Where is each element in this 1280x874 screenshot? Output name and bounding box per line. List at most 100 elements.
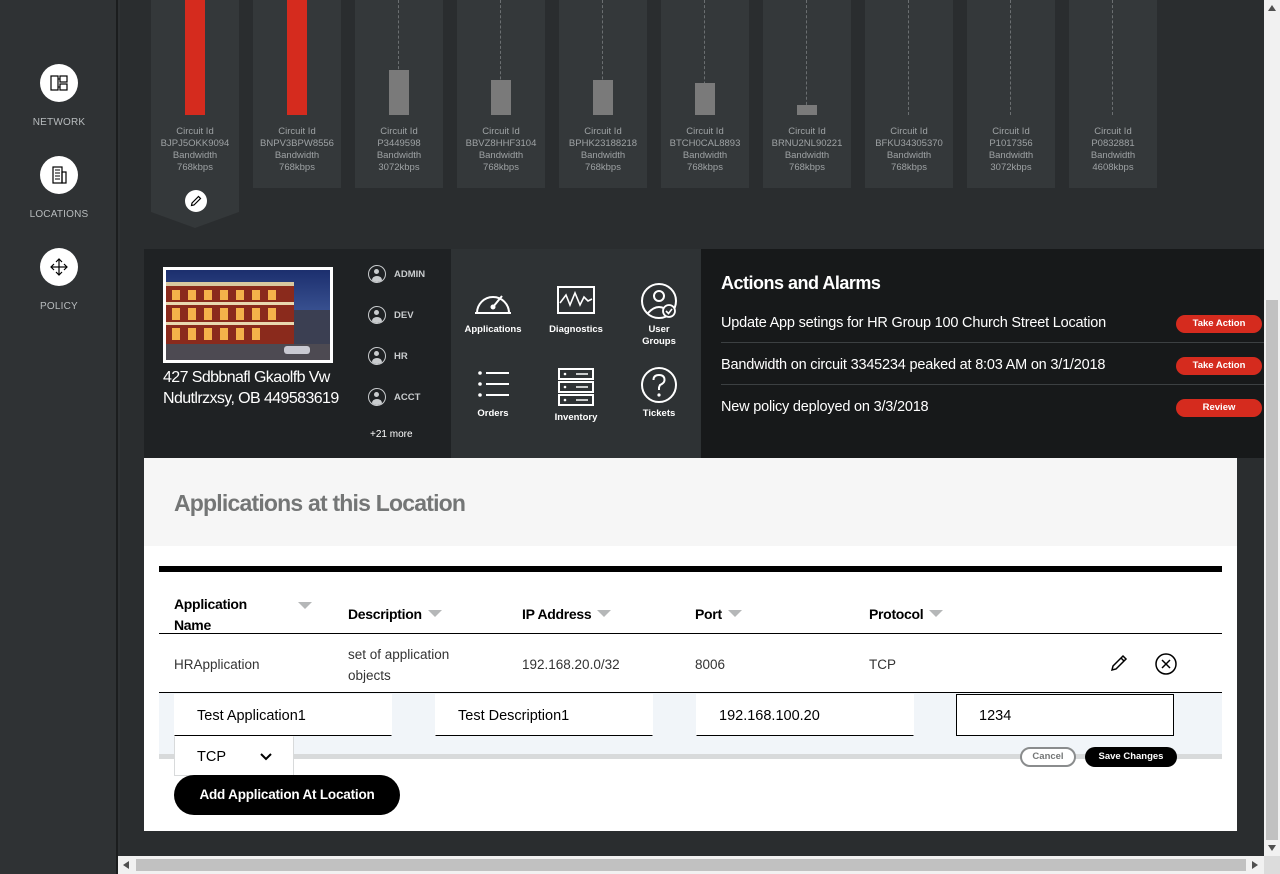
sidebar-item-label: LOCATIONS	[29, 209, 89, 220]
circuit-card[interactable]: Circuit Id BPHK23188218 Bandwidth 768kbps	[559, 0, 647, 188]
description-input[interactable]: Test Description1	[435, 694, 653, 736]
sort-caret-icon[interactable]	[727, 610, 742, 617]
circuit-card[interactable]: Circuit Id P3449598 Bandwidth 3072kbps	[355, 0, 443, 188]
column-header-protocol[interactable]: Protocol	[869, 604, 944, 625]
waveform-icon	[557, 286, 595, 314]
sort-caret-icon[interactable]	[929, 610, 944, 617]
alarm-item: Bandwidth on circuit 3345234 peaked at 8…	[721, 343, 1264, 385]
speedometer-icon	[475, 295, 511, 314]
sidebar-item-policy[interactable]: POLICY	[0, 248, 118, 312]
tile-tickets[interactable]: Tickets	[617, 367, 701, 420]
address-line-2: Ndutlrzxsy, OB 449583619	[163, 389, 339, 407]
sidebar-item-locations[interactable]: LOCATIONS	[0, 156, 118, 220]
tile-label: Diagnostics	[549, 324, 603, 335]
circuit-usage-bar	[185, 0, 205, 115]
circuit-id: P3449598	[377, 138, 421, 149]
bandwidth-label: Bandwidth	[682, 150, 728, 161]
cell-protocol: TCP	[869, 657, 896, 672]
sort-caret-icon[interactable]	[427, 610, 442, 617]
circuit-capacity-line	[908, 0, 909, 115]
circuit-card[interactable]: Circuit Id BFKU34305370 Bandwidth 768kbps	[865, 0, 953, 188]
group-admin[interactable]: ADMIN	[368, 265, 425, 283]
circuit-card[interactable]: Circuit Id BBVZ8HHF3104 Bandwidth 768kbps	[457, 0, 545, 188]
bandwidth-label: Bandwidth	[172, 150, 218, 161]
circuit-id-label: Circuit Id	[278, 126, 316, 137]
circuit-card[interactable]: Circuit Id BNPV3BPW8556 Bandwidth 768kbps	[253, 0, 341, 188]
cell-ip: 192.168.20.0/32	[522, 657, 620, 672]
scroll-right-arrow-icon[interactable]	[1252, 861, 1258, 869]
bandwidth-label: Bandwidth	[988, 150, 1034, 161]
take-action-button[interactable]: Take Action	[1176, 357, 1262, 375]
protocol-select[interactable]: TCP	[174, 736, 294, 776]
circuit-card[interactable]: Circuit Id P1017356 Bandwidth 3072kbps	[967, 0, 1055, 188]
port-input[interactable]: 1234	[956, 694, 1174, 736]
review-button[interactable]: Review	[1176, 399, 1262, 417]
sidebar: NETWORK LOCATIONS POLICY	[0, 0, 118, 874]
bandwidth-value: 768kbps	[279, 162, 315, 173]
circuit-info: Circuit Id BJPJ5OKK9094 Bandwidth 768kbps	[151, 126, 239, 174]
tile-label: Inventory	[554, 412, 598, 423]
circuit-usage-bar	[287, 0, 307, 115]
vertical-scrollbar[interactable]	[1264, 0, 1280, 856]
tile-label: Tickets	[642, 408, 676, 419]
circuit-info: Circuit Id BPHK23188218 Bandwidth 768kbps	[559, 126, 647, 174]
alarm-text: Update App setings for HR Group 100 Chur…	[721, 315, 1106, 331]
tile-inventory[interactable]: Inventory	[534, 367, 618, 424]
tile-applications[interactable]: Applications	[451, 283, 535, 336]
bandwidth-label: Bandwidth	[478, 150, 524, 161]
edit-circuit-button[interactable]	[185, 190, 207, 212]
pencil-icon[interactable]	[1109, 653, 1129, 673]
scroll-up-arrow-icon[interactable]	[1268, 5, 1276, 11]
tile-diagnostics[interactable]: Diagnostics	[534, 283, 618, 336]
tile-user-groups[interactable]: User Groups	[617, 283, 701, 348]
circuit-id: BNPV3BPW8556	[260, 138, 334, 149]
scroll-down-arrow-icon[interactable]	[1268, 845, 1276, 851]
user-icon	[368, 265, 386, 283]
bandwidth-label: Bandwidth	[886, 150, 932, 161]
user-icon	[368, 388, 386, 406]
group-hr[interactable]: HR	[368, 347, 408, 365]
vertical-scrollbar-thumb[interactable]	[1266, 300, 1278, 840]
delete-circle-icon[interactable]	[1155, 653, 1177, 675]
tile-orders[interactable]: Orders	[451, 367, 535, 420]
horizontal-scrollbar[interactable]	[118, 856, 1264, 874]
ip-address-input[interactable]: 192.168.100.20	[696, 694, 914, 736]
cell-name: HRApplication	[174, 657, 260, 672]
circuit-card[interactable]: Circuit Id P0832881 Bandwidth 4608kbps	[1069, 0, 1157, 188]
circuit-id-label: Circuit Id	[686, 126, 724, 137]
user-icon	[368, 306, 386, 324]
column-header-port[interactable]: Port	[695, 604, 742, 625]
horizontal-scrollbar-thumb[interactable]	[136, 859, 1246, 871]
circuit-id: BRNU2NL90221	[771, 138, 843, 149]
circuit-card[interactable]: Circuit Id BRNU2NL90221 Bandwidth 768kbps	[763, 0, 851, 188]
column-header-ip-address[interactable]: IP Address	[522, 604, 612, 625]
column-header-description[interactable]: Description	[348, 604, 442, 625]
server-icon	[558, 368, 594, 406]
circuit-id: BJPJ5OKK9094	[160, 138, 230, 149]
cancel-button[interactable]: Cancel	[1020, 747, 1076, 767]
save-changes-button[interactable]: Save Changes	[1085, 747, 1177, 767]
selected-circuit-pointer	[151, 212, 239, 228]
column-header-application-name[interactable]: Application Name	[174, 594, 314, 636]
more-groups-link[interactable]: +21 more	[370, 429, 413, 440]
circuit-card[interactable]: Circuit Id BJPJ5OKK9094 Bandwidth 768kbps	[151, 0, 239, 228]
group-dev[interactable]: DEV	[368, 306, 414, 324]
sort-caret-icon[interactable]	[298, 602, 312, 609]
sort-caret-icon[interactable]	[597, 610, 612, 617]
sidebar-item-network[interactable]: NETWORK	[0, 64, 118, 128]
tile-label: User Groups	[642, 324, 676, 347]
protocol-select-value: TCP	[197, 749, 226, 765]
applications-panel: Applications at this Location Applicatio…	[144, 458, 1237, 831]
take-action-button[interactable]: Take Action	[1176, 315, 1262, 333]
circuit-card[interactable]: Circuit Id BTCH0CAL8893 Bandwidth 768kbps	[661, 0, 749, 188]
cell-description: set of application objects	[348, 647, 450, 683]
bandwidth-value: 768kbps	[483, 162, 519, 173]
application-name-input[interactable]: Test Application1	[174, 694, 392, 736]
add-application-button[interactable]: Add Application At Location	[174, 775, 400, 815]
group-acct[interactable]: ACCT	[368, 388, 420, 406]
column-label: Port	[695, 606, 722, 622]
circuit-usage-bar	[695, 83, 715, 115]
bandwidth-value: 4608kbps	[1092, 162, 1134, 173]
scroll-left-arrow-icon[interactable]	[123, 861, 129, 869]
sidebar-item-label: POLICY	[40, 301, 78, 312]
